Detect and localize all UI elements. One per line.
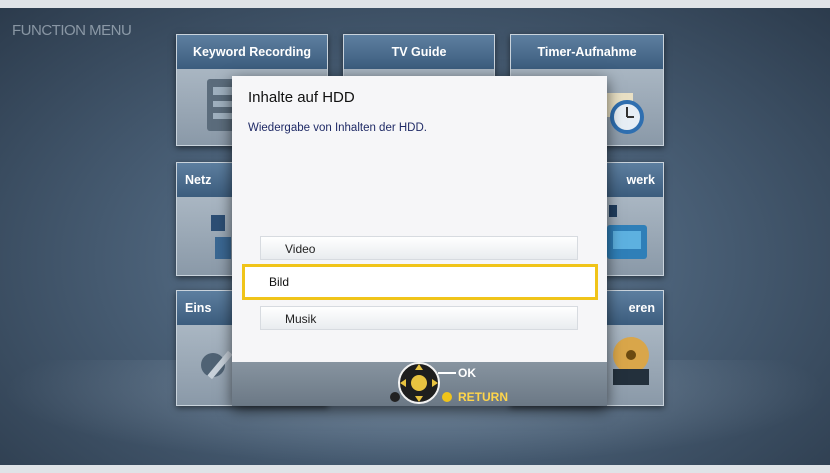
- ok-hint: OK: [458, 366, 476, 380]
- disc-copy-icon: [613, 337, 649, 385]
- function-menu-title: FUNCTION MENU: [12, 22, 132, 39]
- screen-top-frame: [0, 0, 830, 8]
- timer-clock-icon: [603, 93, 644, 134]
- dialog-description: Wiedergabe von Inhalten der HDD.: [248, 122, 427, 134]
- remote-navigation-icon: [398, 362, 440, 404]
- hdd-content-dialog: Inhalte auf HDD Wiedergabe von Inhalten …: [232, 76, 607, 406]
- tile-label: TV Guide: [344, 35, 494, 69]
- screen-bottom-frame: [0, 465, 830, 473]
- tile-label: Timer-Aufnahme: [511, 35, 663, 69]
- return-hint: RETURN: [458, 390, 508, 404]
- option-video[interactable]: Video: [260, 236, 578, 260]
- ok-pointer-line: [438, 372, 456, 374]
- settings-tools-icon: [201, 350, 233, 380]
- dialog-title: Inhalte auf HDD: [248, 89, 355, 106]
- option-bild[interactable]: Bild: [242, 264, 598, 300]
- back-button-icon: [390, 392, 400, 402]
- network-device-icon: [607, 205, 647, 259]
- option-musik[interactable]: Musik: [260, 306, 578, 330]
- return-button-icon: [442, 392, 452, 402]
- tile-label: Keyword Recording: [177, 35, 327, 69]
